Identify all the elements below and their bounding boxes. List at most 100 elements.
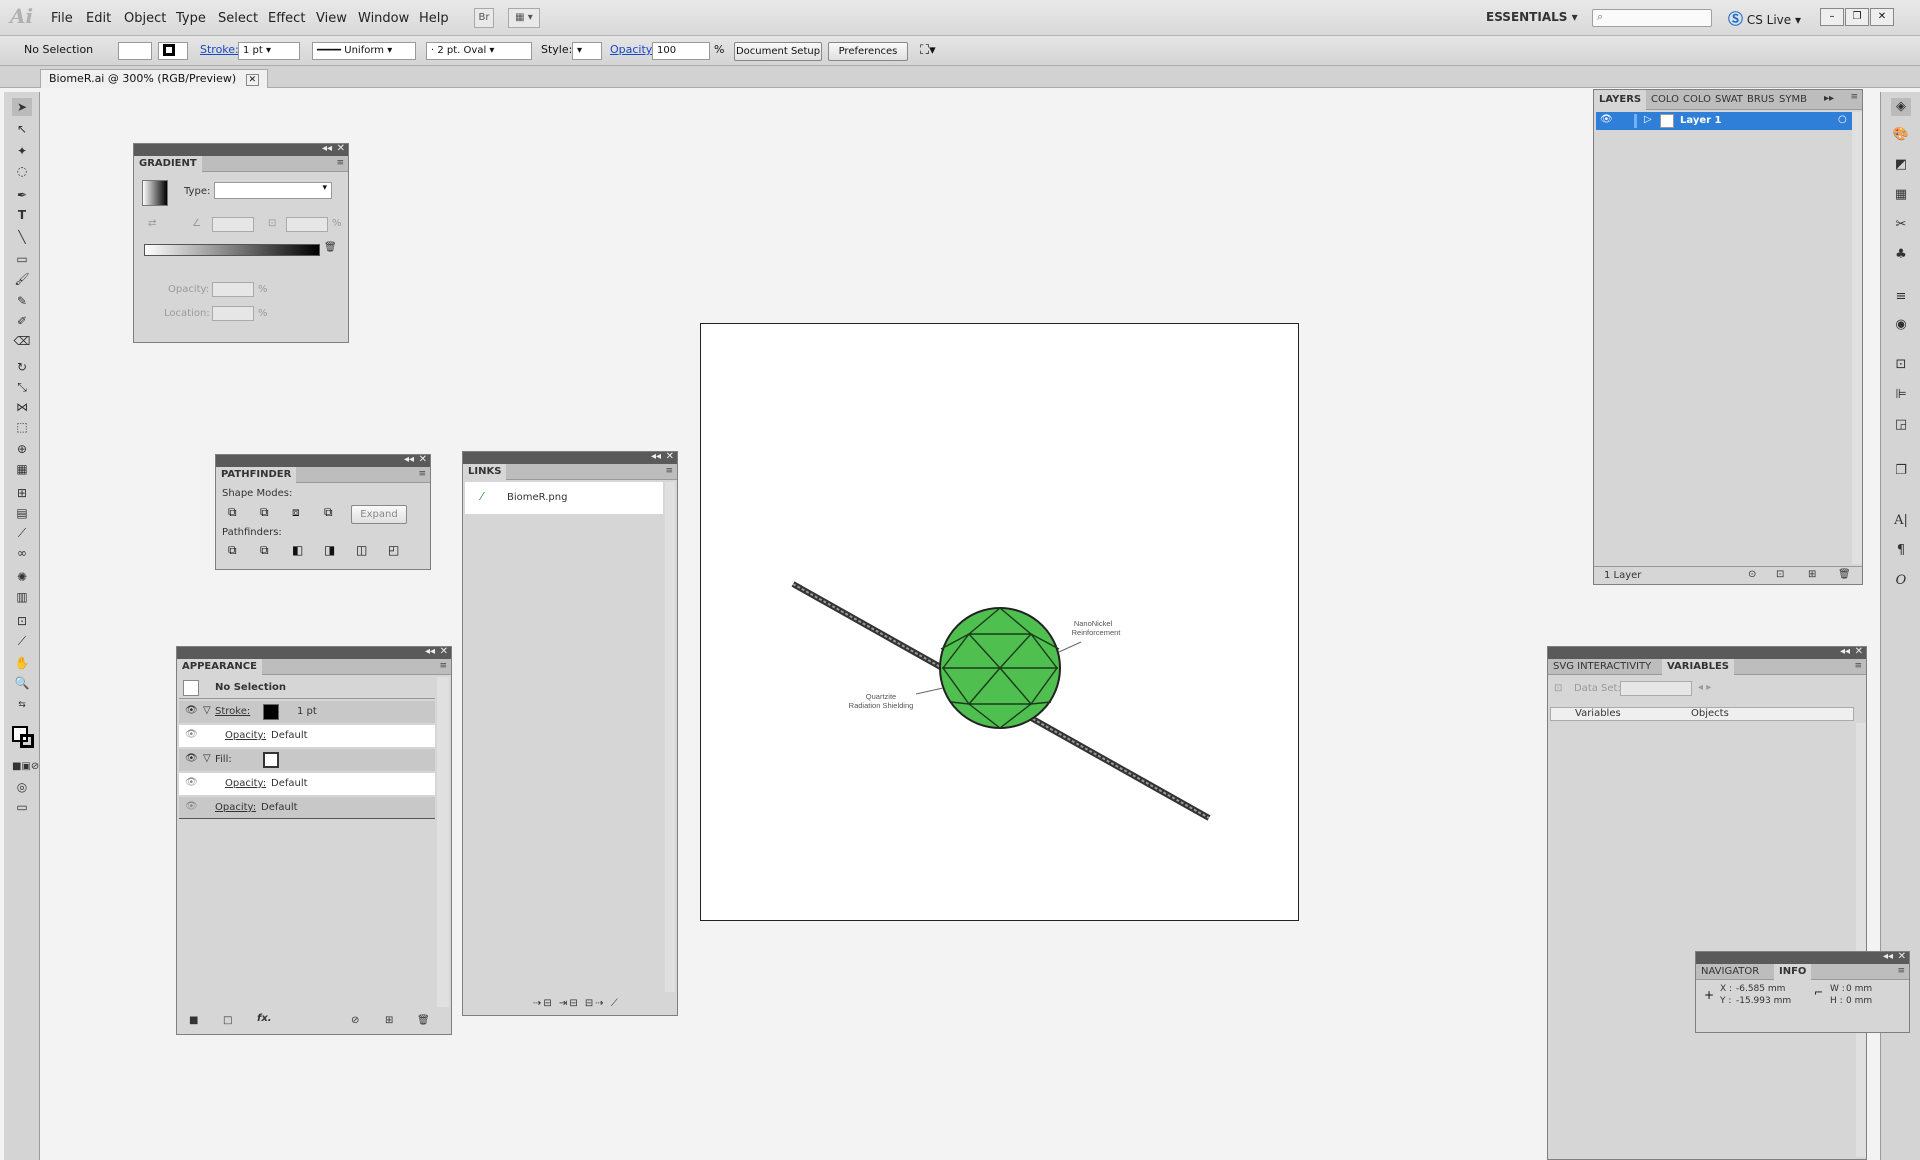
direct-selection-tool-icon[interactable]: ↖ [12,120,32,138]
minus-back-icon[interactable]: ◰ [388,543,399,557]
layers-scrollbar[interactable] [1852,112,1862,564]
brushes-icon[interactable]: ✂ [1891,216,1911,234]
transform-icon[interactable]: ⊡ [1891,356,1911,374]
stroke-icon[interactable]: ≡ [1891,288,1911,306]
menu-edit[interactable]: Edit [86,11,111,26]
color-guide-icon[interactable]: ◩ [1891,156,1911,174]
object-opacity-row[interactable]: 👁 Opacity: Default [179,797,435,819]
artboard[interactable]: NanoNickel Reinforcement Quartzite Radia… [700,323,1299,921]
collapse-icon[interactable]: ◂◂ [1883,951,1893,962]
lasso-tool-icon[interactable]: ◌ [12,162,32,180]
eraser-tool-icon[interactable]: ⌫ [12,332,32,350]
free-transform-tool-icon[interactable]: ⬚ [12,418,32,436]
appearance-scrollbar[interactable] [437,677,449,1007]
eyedropper-tool-icon[interactable]: ⟋ [12,524,32,542]
document-tab[interactable]: BiomeR.ai @ 300% (RGB/Preview) ✕ [40,69,269,88]
panel-close-icon[interactable]: ✕ [337,143,345,154]
collapse-icon[interactable]: ◂◂ [425,646,435,657]
tab-pathfinder[interactable]: PATHFINDER [216,467,297,483]
symbol-sprayer-tool-icon[interactable]: ✺ [12,568,32,586]
pen-tool-icon[interactable]: ✒ [12,186,32,204]
blob-brush-tool-icon[interactable]: ✐ [12,312,32,330]
gradient-tool-icon[interactable]: ▤ [12,504,32,522]
panel-close-icon[interactable]: ✕ [1898,951,1906,962]
drawing-mode-icon[interactable]: ◎ [12,778,32,796]
delete-stop-icon[interactable]: 🗑 [324,242,337,253]
bridge-button[interactable]: Br [474,8,494,28]
fill-swatch[interactable] [118,42,152,60]
selection-tool-icon[interactable]: ➤ [12,98,32,116]
col-objects[interactable]: Objects [1691,708,1729,719]
visibility-eye-icon[interactable]: 👁 [185,753,198,764]
crop-icon[interactable]: ◨ [324,543,335,557]
tab-info[interactable]: INFO [1774,964,1812,980]
links-scrollbar[interactable] [665,482,675,992]
tab-appearance[interactable]: APPEARANCE [177,659,262,675]
exclude-icon[interactable]: ⧉ [324,505,333,520]
gradient-slider[interactable] [144,244,320,256]
swatches-icon[interactable]: ▦ [1891,186,1911,204]
add-stroke-icon[interactable]: ■ [189,1015,198,1026]
scale-tool-icon[interactable]: ⤡ [12,378,32,396]
rectangle-tool-icon[interactable]: ▭ [12,250,32,268]
fill-row[interactable]: 👁 ▽ Fill: [179,749,435,771]
expand-button[interactable]: Expand [351,505,407,524]
character-icon[interactable]: A| [1891,512,1911,530]
tab-navigator[interactable]: NAVIGATOR [1696,964,1764,980]
symbols-icon[interactable]: ♣ [1891,246,1911,264]
workspace-switcher[interactable]: ESSENTIALS ▾ [1486,10,1578,24]
appearance-icon[interactable]: ◉ [1891,316,1911,334]
panel-menu-icon[interactable]: ≡ [439,661,447,671]
stroke-weight-input[interactable]: 1 pt ▾ [238,42,300,60]
pathfinder-icon[interactable]: ◲ [1891,416,1911,434]
rotate-tool-icon[interactable]: ↻ [12,358,32,376]
disclosure-triangle-icon[interactable]: ▽ [203,705,211,716]
menu-effect[interactable]: Effect [268,11,305,26]
visibility-eye-icon[interactable]: 👁 [185,801,198,812]
minus-front-icon[interactable]: ⧉ [260,505,269,520]
fill-opacity-row[interactable]: 👁 Opacity: Default [179,773,435,795]
arrange-documents-button[interactable]: ▦ ▾ [508,8,540,28]
color-icon[interactable]: 🎨 [1891,126,1911,144]
gradient-opacity-input[interactable] [212,282,254,297]
opacity-link[interactable]: Opacity: [215,802,256,813]
isolate-icon[interactable]: ⛶▾ [920,43,936,58]
panel-menu-icon[interactable]: ≡ [1850,92,1858,102]
swap-colors-icon[interactable]: ⇆ [12,696,32,714]
trim-icon[interactable]: ⧉ [260,543,269,558]
panel-close-icon[interactable]: ✕ [1855,646,1863,657]
close-icon[interactable]: ✕ [1870,8,1894,26]
opacity-link[interactable]: Opacity: [225,778,266,789]
menu-type[interactable]: Type [176,11,206,26]
tab-layers[interactable]: LAYERS [1594,90,1647,110]
zoom-tool-icon[interactable]: 🔍 [12,674,32,692]
perspective-grid-tool-icon[interactable]: ▦ [12,460,32,478]
intersect-icon[interactable]: ⧈ [292,505,300,520]
opacity-link[interactable]: Opacity: [225,730,266,741]
document-setup-button[interactable]: Document Setup [734,42,822,61]
align-icon[interactable]: ⊫ [1891,386,1911,404]
visibility-eye-icon[interactable]: 👁 [185,777,198,788]
target-icon[interactable]: ○ [1838,114,1847,125]
more-tabs-icon[interactable]: ▸▸ [1824,93,1834,104]
layer-name[interactable]: Layer 1 [1680,115,1721,126]
restore-icon[interactable]: ❐ [1845,8,1869,26]
delete-layer-icon[interactable]: 🗑 [1838,569,1851,580]
search-input[interactable]: ⌕ [1592,9,1712,27]
aspect-ratio-input[interactable] [286,217,328,232]
preferences-button[interactable]: Preferences [828,42,908,61]
collapse-icon[interactable]: ◂◂ [1840,646,1850,657]
menu-window[interactable]: Window [358,11,409,26]
magic-wand-tool-icon[interactable]: ✦ [12,142,32,160]
screen-mode-icon[interactable]: ▭ [12,798,32,816]
new-layer-icon[interactable]: ⊞ [1808,569,1816,580]
duplicate-item-icon[interactable]: ⊞ [385,1015,393,1026]
variable-width-profile[interactable]: ━━━━ Uniform ▾ [312,42,416,60]
data-set-select[interactable] [1620,681,1692,696]
stroke-row[interactable]: 👁 ▽ Stroke: 1 pt [179,701,435,723]
list-item[interactable]: ⁄ BiomeR.png [465,482,663,514]
fill-swatch[interactable] [263,752,279,768]
paintbrush-tool-icon[interactable]: 🖌 [12,270,32,288]
add-fill-icon[interactable]: □ [223,1015,232,1026]
add-effect-icon[interactable]: fx. [257,1013,272,1024]
